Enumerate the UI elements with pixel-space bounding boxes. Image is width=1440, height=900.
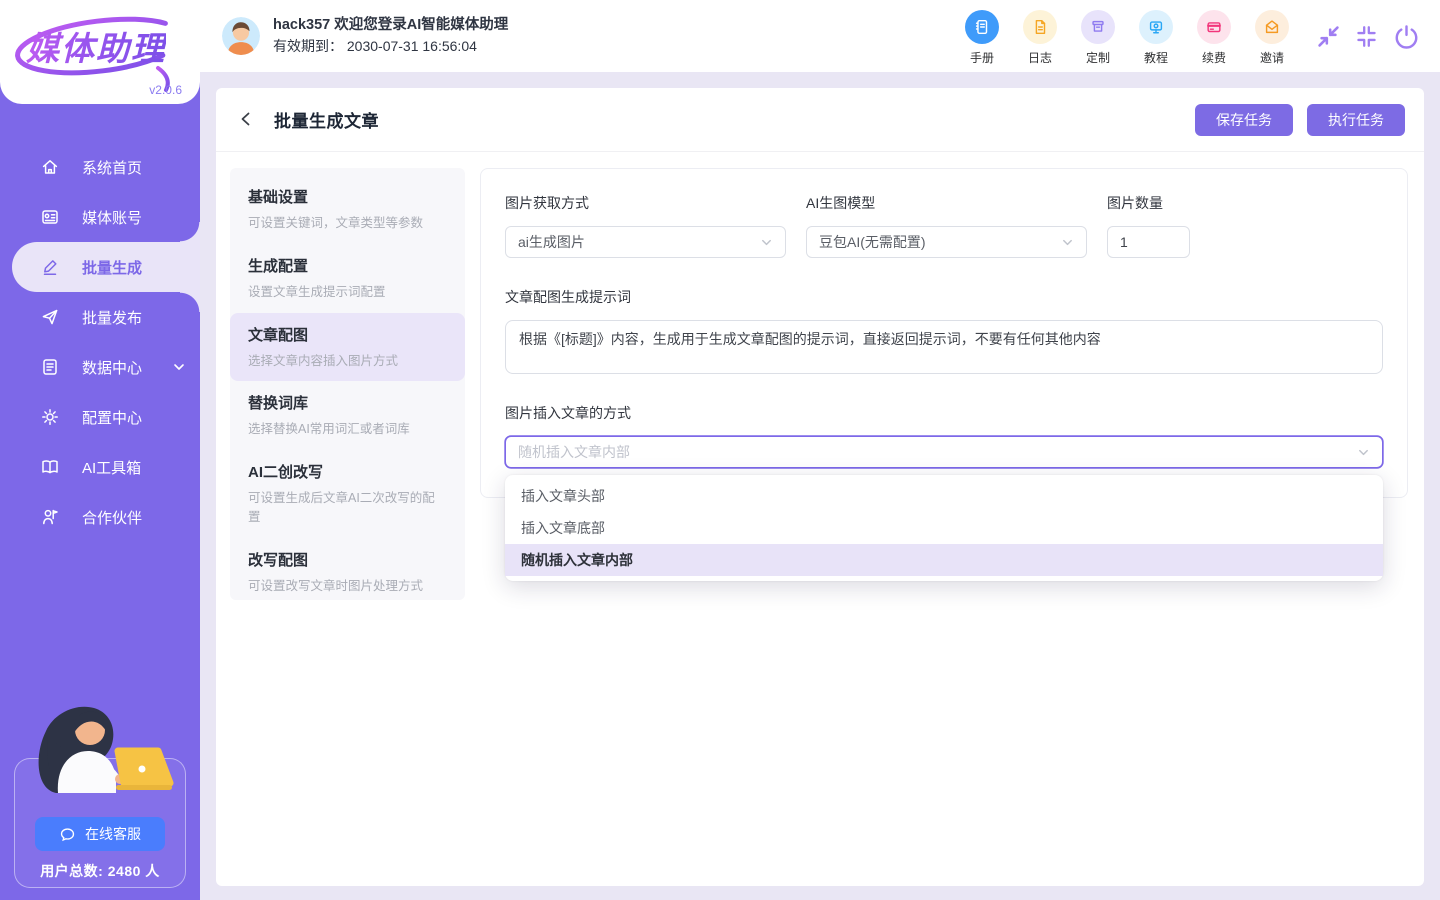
insert-mode-select[interactable]: 随机插入文章内部 (505, 436, 1383, 468)
quick-link-tutorial[interactable]: 教程 (1135, 10, 1177, 66)
sidebar-item-data-center[interactable]: 数据中心 (0, 342, 200, 392)
field-ai-model: AI生图模型 豆包AI(无需配置) (806, 193, 1087, 258)
quick-link-logs[interactable]: 日志 (1019, 10, 1061, 66)
settings-section-basic[interactable]: 基础设置 可设置关键词，文章类型等参数 (230, 175, 465, 244)
sidebar-item-batch-publish[interactable]: 批量发布 (0, 292, 200, 342)
header-actions: 保存任务 执行任务 (1195, 104, 1405, 136)
dropdown-option-bottom[interactable]: 插入文章底部 (505, 512, 1383, 544)
content-card: 批量生成文章 保存任务 执行任务 基础设置 可设置关键词，文章类型等参数 生成配… (216, 88, 1424, 886)
settings-section-generate[interactable]: 生成配置 设置文章生成提示词配置 (230, 244, 465, 313)
online-service-button[interactable]: 在线客服 (35, 817, 165, 851)
gear-icon (40, 407, 60, 427)
window-controls (1317, 23, 1420, 50)
field-insert-mode: 图片插入文章的方式 随机插入文章内部 插入文章头部插入文章底部随机插入文章内部 (505, 403, 1383, 468)
sidebar-item-ai-toolbox[interactable]: AI工具箱 (0, 442, 200, 492)
app-version: v2.0.6 (149, 83, 182, 97)
prompt-label: 文章配图生成提示词 (505, 287, 1383, 307)
quick-link-manual[interactable]: 手册 (961, 10, 1003, 66)
field-image-count: 图片数量 (1107, 193, 1190, 258)
power-icon[interactable] (1393, 23, 1420, 50)
image-count-label: 图片数量 (1107, 193, 1190, 213)
chevron-down-icon (1061, 236, 1074, 249)
sidebar: 媒体助理 v2.0.6 系统首页 媒体账号 批量生成 批量发布 (0, 0, 200, 900)
chevron-down-icon (1357, 446, 1370, 459)
notebook-icon (965, 10, 999, 44)
topbar: hack357 欢迎您登录AI智能媒体助理 有效期到： 2030-07-31 1… (200, 0, 1440, 72)
image-source-label: 图片获取方式 (505, 193, 786, 213)
user-info: hack357 欢迎您登录AI智能媒体助理 有效期到： 2030-07-31 1… (273, 14, 508, 58)
insert-mode-label: 图片插入文章的方式 (505, 403, 1383, 423)
page-title: 批量生成文章 (274, 107, 379, 132)
sidebar-item-partners[interactable]: 合作伙伴 (0, 492, 200, 542)
file-icon (1023, 10, 1057, 44)
media-account-icon (40, 207, 60, 227)
home-icon (40, 157, 60, 177)
quick-link-renew[interactable]: 续费 (1193, 10, 1235, 66)
toolbox-icon (40, 457, 60, 477)
user-total: 用户总数: 2480 人 (15, 861, 185, 881)
avatar-image (222, 17, 260, 55)
settings-section-replace-words[interactable]: 替换词库 选择替换AI常用词汇或者词库 (230, 381, 465, 450)
app-logo: 媒体助理 (26, 22, 166, 70)
customer-service-illustration (18, 693, 178, 805)
mail-icon (1255, 10, 1289, 44)
image-source-select[interactable]: ai生成图片 (505, 226, 786, 258)
quick-links: 手册 日志 定制 教程 续费 邀请 (961, 6, 1293, 66)
prompt-textarea[interactable]: 根据《[标题]》内容，生成用于生成文章配图的提示词，直接返回提示词，不要有任何其… (505, 320, 1383, 374)
logo-card: 媒体助理 v2.0.6 (0, 0, 200, 104)
data-center-icon (40, 357, 60, 377)
collapse-diagonal-icon[interactable] (1317, 25, 1340, 48)
sidebar-menu: 系统首页 媒体账号 批量生成 批量发布 数据中心 配置中心 (0, 142, 200, 542)
page-header: 批量生成文章 保存任务 执行任务 (216, 88, 1424, 152)
card-body: 基础设置 可设置关键词，文章类型等参数 生成配置 设置文章生成提示词配置 文章配… (216, 152, 1424, 600)
avatar[interactable] (222, 17, 260, 55)
send-icon (40, 307, 60, 327)
partner-icon (40, 507, 60, 527)
insert-mode-wrap: 随机插入文章内部 插入文章头部插入文章底部随机插入文章内部 (505, 436, 1383, 468)
expiry-text: 有效期到： 2030-07-31 16:56:04 (273, 36, 508, 58)
dropdown-option-random[interactable]: 随机插入文章内部 (505, 544, 1383, 576)
ai-model-select[interactable]: 豆包AI(无需配置) (806, 226, 1087, 258)
chat-bubble-icon (59, 826, 76, 843)
card-icon (1197, 10, 1231, 44)
back-button[interactable] (237, 110, 257, 130)
sidebar-item-home[interactable]: 系统首页 (0, 142, 200, 192)
settings-section-article-image[interactable]: 文章配图 选择文章内容插入图片方式 (230, 313, 465, 382)
run-task-button[interactable]: 执行任务 (1307, 104, 1405, 136)
chevron-down-icon (172, 360, 186, 374)
field-prompt: 文章配图生成提示词 根据《[标题]》内容，生成用于生成文章配图的提示词，直接返回… (505, 287, 1383, 374)
sidebar-item-config-center[interactable]: 配置中心 (0, 392, 200, 442)
form-row-1: 图片获取方式 ai生成图片 AI生图模型 豆包AI(无需配置) (505, 193, 1383, 258)
compress-icon[interactable] (1355, 25, 1378, 48)
settings-nav: 基础设置 可设置关键词，文章类型等参数 生成配置 设置文章生成提示词配置 文章配… (230, 168, 465, 600)
sidebar-item-media-account[interactable]: 媒体账号 (0, 192, 200, 242)
form-panel: 图片获取方式 ai生成图片 AI生图模型 豆包AI(无需配置) (480, 168, 1408, 498)
settings-section-ai-rewrite[interactable]: AI二创改写 可设置生成后文章AI二次改写的配置 (230, 450, 465, 538)
save-task-button[interactable]: 保存任务 (1195, 104, 1293, 136)
quick-link-invite[interactable]: 邀请 (1251, 10, 1293, 66)
edit-icon (40, 257, 60, 277)
image-count-input[interactable] (1107, 226, 1190, 258)
chevron-down-icon (760, 236, 773, 249)
welcome-text: hack357 欢迎您登录AI智能媒体助理 (273, 14, 508, 36)
sidebar-item-batch-generate[interactable]: 批量生成 (12, 242, 200, 292)
box-icon (1081, 10, 1115, 44)
quick-link-custom[interactable]: 定制 (1077, 10, 1119, 66)
settings-section-rewrite-image[interactable]: 改写配图 可设置改写文章时图片处理方式 (230, 538, 465, 607)
dropdown-option-head[interactable]: 插入文章头部 (505, 480, 1383, 512)
main-area: 批量生成文章 保存任务 执行任务 基础设置 可设置关键词，文章类型等参数 生成配… (200, 72, 1440, 900)
field-image-source: 图片获取方式 ai生成图片 (505, 193, 786, 258)
screen-icon (1139, 10, 1173, 44)
ai-model-label: AI生图模型 (806, 193, 1087, 213)
insert-mode-dropdown: 插入文章头部插入文章底部随机插入文章内部 (505, 475, 1383, 581)
